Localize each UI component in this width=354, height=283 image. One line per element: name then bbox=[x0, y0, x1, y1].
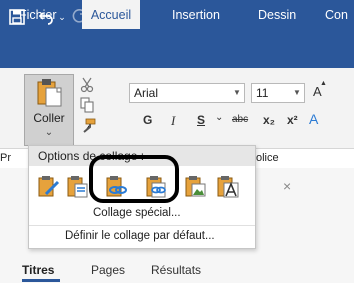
paste-text-only-icon[interactable] bbox=[215, 174, 239, 198]
font-name-select[interactable]: Arial ▼ bbox=[129, 83, 245, 103]
tab-fichier[interactable]: Fichier bbox=[19, 0, 57, 28]
highlight-annotation bbox=[89, 155, 179, 203]
subscript-button[interactable]: x₂ bbox=[263, 113, 275, 127]
underline-dropdown-icon[interactable]: ⌄ bbox=[215, 112, 223, 123]
paste-special-item[interactable]: Collage spécial... bbox=[93, 207, 181, 219]
set-default-paste-item[interactable]: Définir le collage par défaut... bbox=[65, 230, 215, 242]
underline-button[interactable]: S bbox=[197, 113, 205, 127]
paste-label: Coller bbox=[33, 111, 65, 125]
font-name-value: Arial bbox=[134, 86, 159, 100]
font-size-select[interactable]: 11 ▼ bbox=[251, 83, 305, 103]
undo-dropdown-icon[interactable]: ⌄ bbox=[57, 6, 67, 28]
paste-picture-icon[interactable] bbox=[183, 174, 207, 198]
bold-button[interactable]: G bbox=[143, 113, 152, 127]
navigation-close-icon[interactable]: × bbox=[283, 178, 291, 194]
nav-tab-titres[interactable]: Titres bbox=[22, 263, 54, 277]
font-group-label: olice bbox=[256, 152, 279, 164]
paste-options-divider bbox=[29, 225, 255, 226]
nav-tab-pages[interactable]: Pages bbox=[91, 263, 125, 277]
italic-button[interactable]: I bbox=[171, 113, 175, 129]
cut-icon[interactable] bbox=[80, 77, 94, 96]
text-effects-button[interactable]: A bbox=[309, 111, 318, 127]
paste-merge-formatting-icon[interactable] bbox=[65, 174, 89, 198]
paste-keep-source-formatting-icon[interactable] bbox=[36, 174, 60, 198]
nav-tab-resultats[interactable]: Résultats bbox=[151, 263, 201, 277]
tab-accueil[interactable]: Accueil bbox=[82, 0, 140, 29]
tab-dessin[interactable]: Dessin bbox=[258, 0, 296, 28]
copy-icon[interactable] bbox=[80, 97, 94, 116]
strikethrough-button[interactable]: abc bbox=[232, 114, 248, 125]
paste-icon bbox=[37, 78, 63, 113]
tab-conception[interactable]: Con bbox=[325, 0, 348, 28]
font-size-value: 11 bbox=[256, 86, 269, 100]
grow-font-arrow-icon: ▲ bbox=[320, 80, 327, 87]
format-painter-icon[interactable] bbox=[80, 118, 96, 137]
font-size-dropdown-icon[interactable]: ▼ bbox=[290, 84, 304, 102]
clipboard-group-label: Pr bbox=[0, 152, 11, 164]
paste-button[interactable]: Coller ⌄ bbox=[24, 74, 74, 146]
superscript-button[interactable]: x² bbox=[287, 113, 298, 127]
tab-insertion[interactable]: Insertion bbox=[172, 0, 220, 28]
active-tab-indicator bbox=[22, 279, 60, 282]
paste-dropdown-icon[interactable]: ⌄ bbox=[25, 127, 73, 138]
font-name-dropdown-icon[interactable]: ▼ bbox=[230, 84, 244, 102]
ribbon-tabs bbox=[0, 40, 354, 68]
